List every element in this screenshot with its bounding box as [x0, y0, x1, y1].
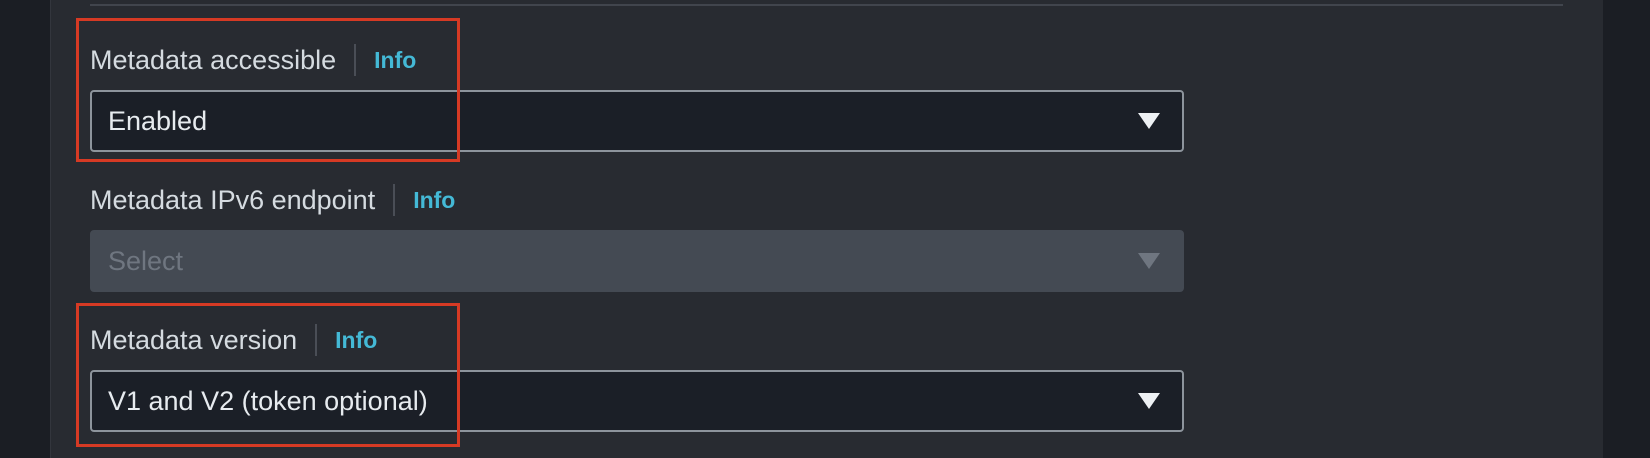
metadata-accessible-value: Enabled — [108, 105, 208, 136]
metadata-version-select[interactable]: V1 and V2 (token optional) — [90, 370, 1184, 432]
metadata-version-info-link[interactable]: Info — [335, 327, 377, 354]
metadata-ipv6-label: Metadata IPv6 endpoint — [90, 184, 376, 215]
right-gutter — [1603, 0, 1650, 458]
metadata-version-label: Metadata version — [90, 324, 298, 355]
metadata-ipv6-info-link[interactable]: Info — [413, 187, 455, 214]
metadata-accessible-info-link[interactable]: Info — [374, 47, 416, 74]
caret-down-icon — [1138, 393, 1160, 409]
metadata-version-value: V1 and V2 (token optional) — [108, 385, 428, 416]
metadata-version-label-row: Metadata version Info — [90, 322, 377, 358]
label-separator — [315, 324, 318, 356]
metadata-accessible-select[interactable]: Enabled — [90, 90, 1184, 152]
metadata-ipv6-placeholder: Select — [108, 245, 184, 276]
label-separator — [393, 184, 396, 216]
metadata-accessible-label-row: Metadata accessible Info — [90, 42, 416, 78]
left-gutter — [0, 0, 50, 458]
caret-down-icon — [1138, 253, 1160, 269]
section-divider — [90, 4, 1563, 6]
metadata-accessible-label: Metadata accessible — [90, 44, 337, 75]
metadata-ipv6-select: Select — [90, 230, 1184, 292]
metadata-ipv6-label-row: Metadata IPv6 endpoint Info — [90, 182, 455, 218]
caret-down-icon — [1138, 113, 1160, 129]
label-separator — [354, 44, 357, 76]
